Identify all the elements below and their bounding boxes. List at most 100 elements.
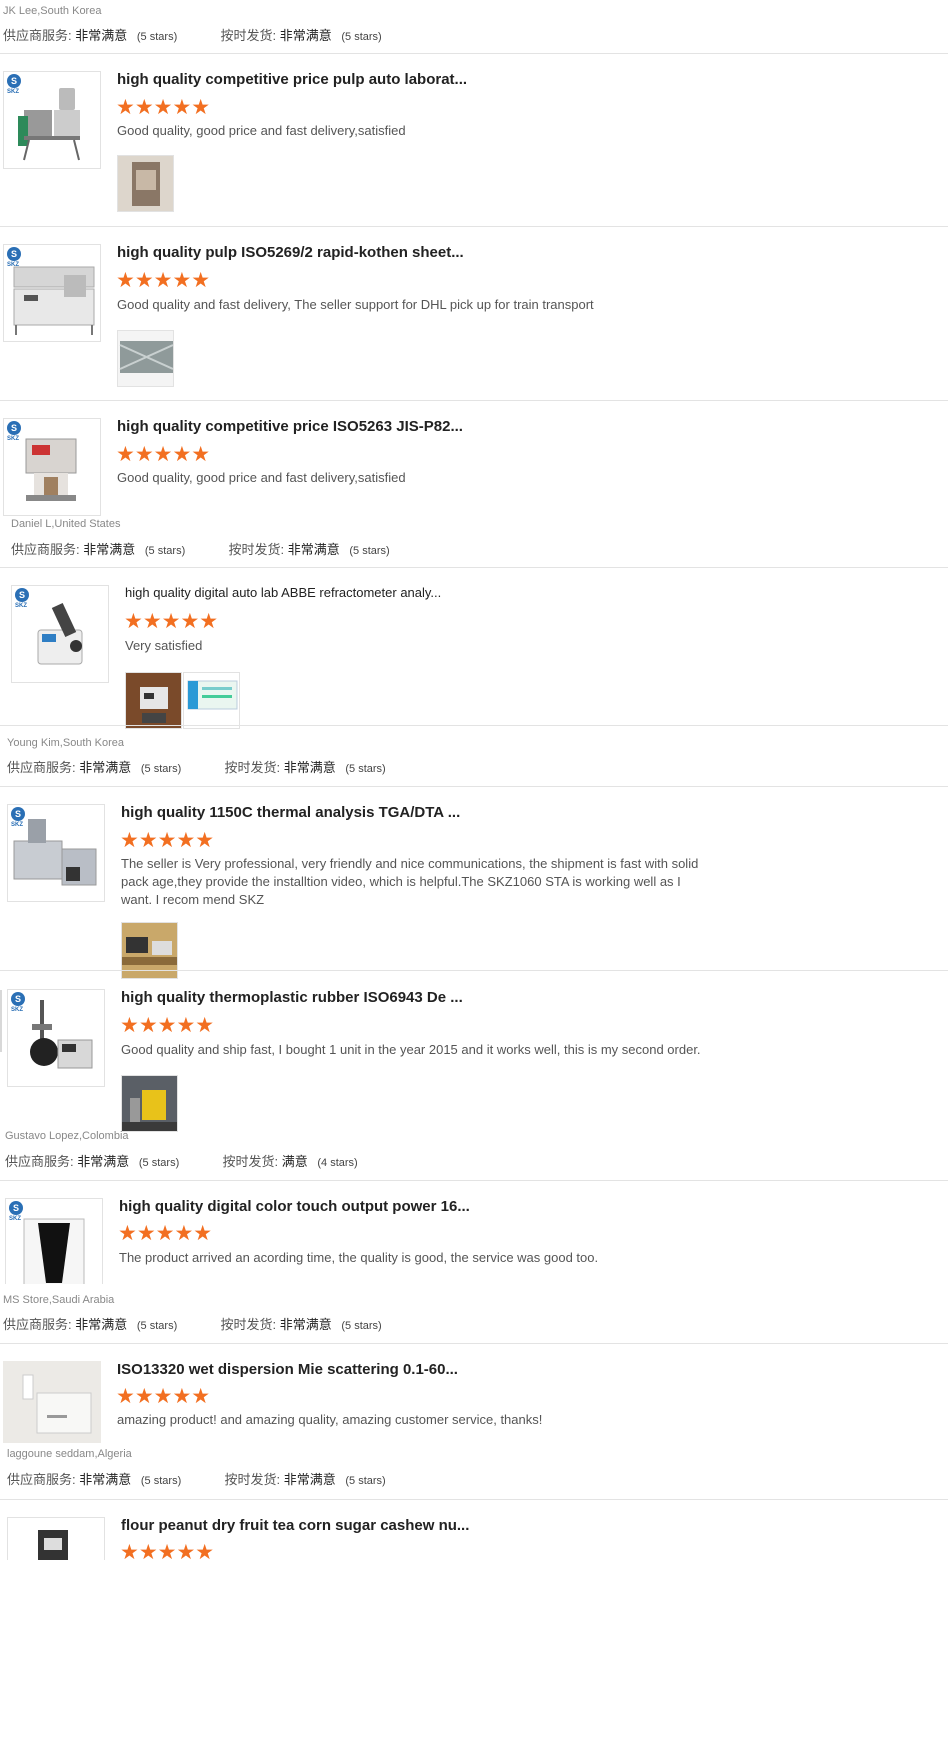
review-text: Good quality, good price and fast delive… [117, 470, 406, 485]
product-thumbnail[interactable]: S SKZ [3, 71, 101, 169]
review-text: Very satisfied [125, 638, 203, 653]
pulp-machine-image [18, 88, 80, 161]
review-text: The product arrived an acording time, th… [119, 1250, 599, 1265]
shipping-count: (5 stars) [341, 31, 382, 43]
scroll-edge [0, 990, 2, 1052]
sheet-former-image [13, 266, 95, 335]
service-value: 非常满意 [79, 1472, 132, 1487]
shipping-count: (5 stars) [345, 1475, 386, 1487]
service-count: (5 stars) [136, 31, 178, 43]
shipping-label: 按时发货: [228, 542, 285, 557]
shipping-value: 非常满意 [283, 1472, 336, 1487]
rating-stars: ★★★★★ [116, 96, 211, 119]
rating-stars: ★★★★★ [118, 1222, 213, 1245]
reviewer-name: JK Lee,South Korea [3, 5, 102, 17]
product-title-link[interactable]: high quality digital color touch output … [119, 1198, 470, 1215]
service-value: 非常满意 [83, 542, 136, 557]
device-photo-image [126, 673, 181, 728]
divider [0, 226, 948, 227]
ratings-row: 供应商服务: 非常满意 (5 stars) 按时发货: 满意 (4 stars) [5, 1151, 358, 1170]
service-value: 非常满意 [77, 1154, 130, 1169]
review-photo[interactable] [183, 672, 240, 729]
divider [0, 725, 948, 726]
product-thumbnail[interactable]: S SKZ [3, 418, 101, 516]
ratings-row: 供应商服务: 非常满意 (5 stars) 按时发货: 非常满意 (5 star… [3, 1314, 382, 1333]
review-text: Good quality and fast delivery, The sell… [117, 297, 594, 312]
product-thumbnail[interactable]: S SKZ [7, 989, 105, 1087]
review-photo[interactable] [121, 1075, 178, 1132]
thermal-analyzer-image [13, 819, 97, 886]
product-thumbnail[interactable]: S SKZ [3, 1361, 101, 1443]
service-label: 供应商服务: [7, 1472, 76, 1487]
service-label: 供应商服务: [11, 542, 80, 557]
ratings-row: 供应商服务: 非常满意 (5 stars) 按时发货: 非常满意 (5 star… [7, 1469, 386, 1488]
shipping-value: 非常满意 [279, 28, 332, 43]
product-thumbnail[interactable]: S SKZ [11, 585, 109, 683]
shipping-count: (4 stars) [317, 1157, 358, 1169]
divider [0, 567, 948, 568]
refractometer-image [37, 602, 83, 665]
tester-image [25, 438, 77, 501]
shipping-count: (5 stars) [341, 1320, 382, 1332]
ratings-row: 供应商服务: 非常满意 (5 stars) 按时发货: 非常满意 (5 star… [11, 539, 390, 558]
shipping-value: 非常满意 [283, 760, 336, 775]
shipping-label: 按时发货: [222, 1154, 279, 1169]
divider [0, 400, 948, 401]
ratings-row: 供应商服务: 非常满意 (5 stars) 按时发货: 非常满意 (5 star… [7, 757, 386, 776]
shipping-value: 满意 [281, 1154, 308, 1169]
product-title-link[interactable]: high quality digital auto lab ABBE refra… [125, 585, 441, 600]
screen-photo-image [184, 673, 239, 728]
rating-stars: ★★★★★ [120, 1541, 215, 1564]
particle-analyzer-image [3, 1361, 101, 1443]
product-title-link[interactable]: flour peanut dry fruit tea corn sugar ca… [121, 1517, 469, 1534]
divider [0, 786, 948, 787]
shipping-value: 非常满意 [279, 1317, 332, 1332]
reviewer-name: Daniel L,United States [11, 518, 121, 530]
product-title-link[interactable]: high quality thermoplastic rubber ISO694… [121, 989, 463, 1006]
rating-stars: ★★★★★ [120, 1014, 215, 1037]
service-value: 非常满意 [75, 28, 128, 43]
shipping-label: 按时发货: [220, 1317, 277, 1332]
product-title-link[interactable]: ISO13320 wet dispersion Mie scattering 0… [117, 1361, 458, 1378]
service-label: 供应商服务: [3, 28, 72, 43]
product-thumbnail[interactable]: S SKZ [3, 244, 101, 342]
reviewer-name: laggoune seddam,Algeria [7, 1448, 132, 1460]
review-photo[interactable] [117, 155, 174, 212]
review-text: amazing product! and amazing quality, am… [117, 1412, 543, 1427]
product-title-link[interactable]: high quality competitive price pulp auto… [117, 71, 467, 88]
review-photo[interactable] [117, 330, 174, 387]
shipping-count: (5 stars) [349, 545, 390, 557]
grinder-image [38, 1530, 68, 1560]
crate-photo-image [118, 331, 173, 386]
service-count: (5 stars) [140, 763, 182, 775]
review-photo[interactable] [125, 672, 182, 729]
shipping-count: (5 stars) [345, 763, 386, 775]
divider [0, 1499, 948, 1500]
review-text: The seller is Very professional, very fr… [121, 856, 699, 907]
service-value: 非常满意 [75, 1317, 128, 1332]
reviewer-name: Gustavo Lopez,Colombia [5, 1130, 129, 1142]
product-thumbnail[interactable]: S SKZ [7, 804, 105, 902]
rating-stars: ★★★★★ [116, 1385, 211, 1408]
rating-stars: ★★★★★ [116, 443, 211, 466]
product-thumbnail[interactable] [7, 1517, 105, 1560]
rubber-tester-image [30, 1000, 93, 1069]
product-title-link[interactable]: high quality 1150C thermal analysis TGA/… [121, 804, 460, 821]
service-count: (5 stars) [140, 1475, 182, 1487]
divider [0, 1180, 948, 1181]
product-title-link[interactable]: high quality pulp ISO5269/2 rapid-kothen… [117, 244, 464, 261]
product-title-link[interactable]: high quality competitive price ISO5263 J… [117, 418, 463, 435]
service-count: (5 stars) [138, 1157, 180, 1169]
divider [0, 1343, 948, 1344]
service-count: (5 stars) [136, 1320, 178, 1332]
ratings-row: 供应商服务: 非常满意 (5 stars) 按时发货: 非常满意 (5 star… [3, 25, 382, 44]
product-thumbnail[interactable]: S SKZ [5, 1198, 103, 1284]
rating-stars: ★★★★★ [116, 269, 211, 292]
shipping-label: 按时发货: [224, 1472, 281, 1487]
shipping-label: 按时发货: [220, 28, 277, 43]
service-label: 供应商服务: [5, 1154, 74, 1169]
divider [0, 53, 948, 54]
service-count: (5 stars) [144, 545, 186, 557]
shipping-value: 非常满意 [287, 542, 340, 557]
rating-stars: ★★★★★ [124, 610, 219, 633]
